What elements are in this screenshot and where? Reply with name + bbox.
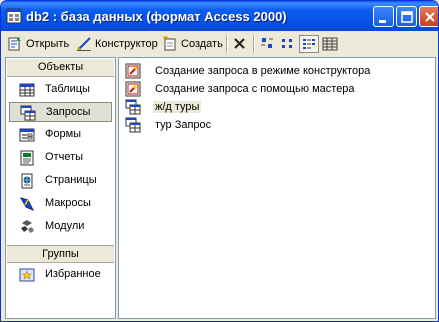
- module-icon: [21, 220, 34, 233]
- toolbar-separator: [226, 35, 227, 53]
- small-icons-icon: [282, 39, 292, 48]
- sidebar-item-label: Макросы: [45, 197, 91, 209]
- database-body: Объекты Таблицы Запросы Формы Отчеты Стр…: [5, 57, 436, 319]
- maximize-button[interactable]: [396, 6, 417, 27]
- large-icons-button[interactable]: [257, 35, 277, 53]
- sidebar-item-favorites[interactable]: Избранное: [9, 265, 112, 285]
- title-bar[interactable]: db2 : база данных (формат Access 2000): [1, 1, 438, 31]
- list-item[interactable]: тур Запрос: [125, 116, 213, 133]
- minimize-icon: [379, 20, 386, 23]
- wizard-icon: [125, 81, 141, 96]
- sidebar-item-pages[interactable]: Страницы: [9, 171, 112, 191]
- open-icon: [8, 37, 21, 51]
- delete-button[interactable]: [230, 35, 250, 53]
- sidebar-item-macros[interactable]: Макросы: [9, 194, 112, 214]
- sidebar-item-label: Страницы: [45, 174, 97, 186]
- create-button[interactable]: Создать: [162, 34, 223, 54]
- sidebar-item-label: Таблицы: [45, 83, 90, 95]
- design-label: Конструктор: [95, 38, 158, 50]
- delete-icon: [234, 38, 245, 49]
- window-title: db2 : база данных (формат Access 2000): [26, 9, 287, 24]
- minimize-button[interactable]: [373, 6, 394, 27]
- sidebar-item-forms[interactable]: Формы: [9, 125, 112, 145]
- sidebar-item-reports[interactable]: Отчеты: [9, 148, 112, 168]
- object-list: Создание запроса в режиме конструктора С…: [118, 57, 436, 319]
- wizard-design-icon: [125, 63, 141, 78]
- sidebar-item-label: Отчеты: [45, 151, 84, 163]
- list-item-label: Создание запроса с помощью мастера: [155, 82, 355, 95]
- list-view-icon: [303, 39, 315, 49]
- open-button[interactable]: Открыть: [7, 34, 69, 54]
- sidebar-item-label: Избранное: [45, 268, 101, 280]
- objects-bar: Объекты Таблицы Запросы Формы Отчеты Стр…: [5, 57, 116, 319]
- list-item[interactable]: ж/д туры: [125, 98, 202, 115]
- close-icon: [425, 12, 435, 22]
- sidebar-item-label: Модули: [45, 220, 85, 232]
- objects-header[interactable]: Объекты: [7, 59, 114, 77]
- database-window: db2 : база данных (формат Access 2000) О…: [0, 0, 439, 322]
- design-ruler-icon: [77, 37, 91, 51]
- large-icons-icon: [261, 38, 273, 48]
- list-item[interactable]: Создание запроса с помощью мастера: [125, 80, 357, 97]
- list-item-label: ж/д туры: [153, 100, 202, 113]
- maximize-icon: [401, 11, 413, 23]
- form-icon: [19, 128, 35, 142]
- query-icon: [20, 105, 36, 121]
- list-view-button[interactable]: [299, 35, 319, 53]
- design-button[interactable]: Конструктор: [76, 34, 158, 54]
- list-item[interactable]: Создание запроса в режиме конструктора: [125, 62, 372, 79]
- list-item-label: тур Запрос: [155, 118, 212, 131]
- database-window-icon[interactable]: [6, 8, 22, 24]
- toolbar-separator: [253, 35, 254, 53]
- sidebar-item-tables[interactable]: Таблицы: [9, 80, 112, 100]
- sidebar-item-modules[interactable]: Модули: [9, 217, 112, 237]
- query-icon: [125, 99, 141, 114]
- favorites-icon: [19, 268, 35, 282]
- create-label: Создать: [181, 38, 223, 50]
- sidebar-item-label: Формы: [45, 128, 82, 140]
- table-icon: [19, 83, 35, 97]
- details-view-button[interactable]: [320, 35, 340, 53]
- open-label: Открыть: [26, 38, 70, 50]
- sidebar-item-queries[interactable]: Запросы: [9, 102, 112, 122]
- close-button[interactable]: [419, 6, 438, 27]
- macro-icon: [19, 197, 35, 211]
- small-icons-button[interactable]: [278, 35, 298, 53]
- query-icon: [125, 117, 141, 132]
- list-item-label: Создание запроса в режиме конструктора: [155, 64, 371, 77]
- details-view-icon: [322, 37, 338, 51]
- sidebar-item-label: Запросы: [46, 106, 91, 118]
- page-icon: [21, 173, 33, 189]
- toolbar: Открыть Конструктор Создать: [5, 33, 435, 55]
- groups-header[interactable]: Группы: [7, 245, 114, 263]
- report-icon: [20, 150, 34, 166]
- new-icon: [163, 36, 176, 51]
